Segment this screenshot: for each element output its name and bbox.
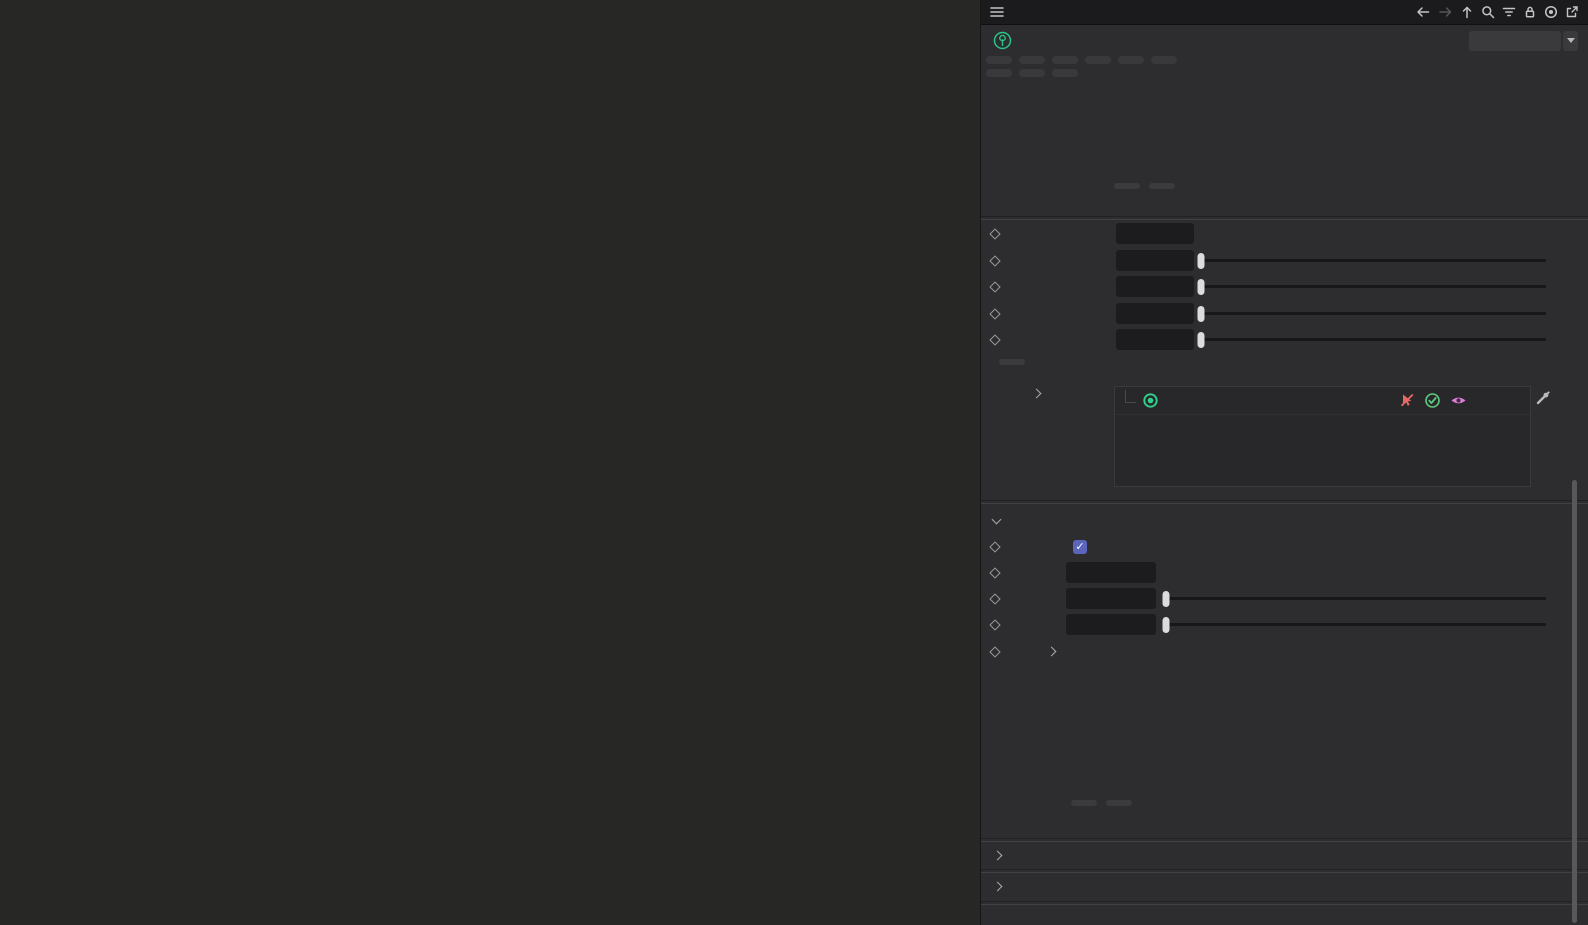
lock-icon[interactable] xyxy=(1522,4,1538,20)
save-preset-button[interactable] xyxy=(1106,800,1132,806)
eyedropper-icon[interactable] xyxy=(1534,389,1552,410)
section-root-flares[interactable] xyxy=(991,506,1008,532)
tab-basic[interactable] xyxy=(986,56,1012,64)
rf-row-strength xyxy=(981,585,1546,612)
tab-display[interactable] xyxy=(1052,69,1078,77)
strength-slider[interactable] xyxy=(1162,588,1546,609)
bias-slider[interactable] xyxy=(1197,303,1546,324)
growth-points-list[interactable] xyxy=(1114,386,1531,487)
vertical-scrollbar[interactable] xyxy=(1572,480,1577,923)
keyframe-diamond[interactable] xyxy=(989,333,1001,346)
separator xyxy=(981,838,1588,842)
tab-materials[interactable] xyxy=(1151,56,1177,64)
tree-connector xyxy=(1125,390,1136,403)
param-row-seed xyxy=(981,220,1546,247)
attribute-menubar xyxy=(981,0,1588,25)
keyframe-diamond[interactable] xyxy=(989,540,1001,553)
enabled-check-icon[interactable] xyxy=(1424,392,1441,409)
variation-field[interactable] xyxy=(1066,614,1156,635)
chevron-down-icon xyxy=(991,514,1002,524)
load-preset-button[interactable] xyxy=(1114,183,1140,189)
object-header xyxy=(981,27,1588,54)
tab-leaves[interactable] xyxy=(1118,56,1144,64)
menubar-icon-cluster xyxy=(1415,4,1580,20)
bias-field[interactable] xyxy=(1116,303,1194,324)
tab-object-properties[interactable] xyxy=(1052,56,1078,64)
rf-row-enable: ✓ xyxy=(981,533,1546,560)
twist-field[interactable] xyxy=(1116,329,1194,350)
up-arrow-icon[interactable] xyxy=(1459,4,1475,20)
keyframe-diamond[interactable] xyxy=(989,280,1001,293)
chevron-down-icon xyxy=(1566,38,1575,43)
preset-dropdown-button[interactable] xyxy=(1563,30,1578,51)
rf-row-variation xyxy=(981,611,1546,638)
application-window: ✓ xyxy=(0,0,1588,925)
keyframe-diamond[interactable] xyxy=(989,566,1001,579)
section-avoid-objects[interactable] xyxy=(992,873,1009,899)
keyframe-diamond[interactable] xyxy=(989,307,1001,320)
attribute-manager: ✓ xyxy=(980,0,1588,925)
variation-slider[interactable] xyxy=(1162,614,1546,635)
tab-forces[interactable] xyxy=(1019,69,1045,77)
record-target-icon[interactable] xyxy=(1543,4,1559,20)
separator xyxy=(981,869,1588,873)
scale-slider[interactable] xyxy=(1197,276,1546,297)
top-spline-graph[interactable] xyxy=(1113,112,1564,178)
checkmark-icon: ✓ xyxy=(1075,540,1085,553)
visibility-eye-icon[interactable] xyxy=(1450,394,1467,407)
chevron-right-icon xyxy=(992,881,1003,891)
keyframe-diamond[interactable] xyxy=(989,592,1001,605)
enable-checkbox[interactable]: ✓ xyxy=(1073,539,1087,554)
separator xyxy=(981,500,1588,504)
hamburger-menu-icon[interactable] xyxy=(989,4,1005,20)
keyframe-diamond[interactable] xyxy=(989,227,1001,240)
keyframe-diamond[interactable] xyxy=(989,254,1001,267)
strength-field[interactable] xyxy=(1066,588,1156,609)
count-field[interactable] xyxy=(1066,562,1156,583)
separator xyxy=(981,901,1588,905)
growth-points-label-row xyxy=(1004,388,1042,399)
tab-coordinates[interactable] xyxy=(1019,56,1045,64)
rf-row-count xyxy=(981,559,1546,586)
attribute-tabs xyxy=(981,56,1588,82)
preset-dropdown[interactable] xyxy=(1469,30,1578,51)
save-preset-button[interactable] xyxy=(1149,183,1175,189)
turbulence-field[interactable] xyxy=(1116,250,1194,271)
chevron-right-icon[interactable] xyxy=(1046,646,1057,657)
taiao-tree-object-icon xyxy=(993,31,1012,50)
attribute-content: ✓ xyxy=(981,112,1588,925)
param-row-turbulence xyxy=(981,247,1546,274)
keyframe-diamond[interactable] xyxy=(989,645,1001,658)
forward-arrow-icon[interactable] xyxy=(1437,4,1454,20)
bias-curve-graph[interactable] xyxy=(1074,648,1588,790)
back-arrow-icon[interactable] xyxy=(1415,4,1432,20)
keyframe-diamond[interactable] xyxy=(989,618,1001,631)
section-direction[interactable] xyxy=(992,842,1009,868)
tab-selections[interactable] xyxy=(986,69,1012,77)
param-row-scale xyxy=(981,273,1546,300)
param-row-bias xyxy=(981,300,1546,327)
turbulence-slider[interactable] xyxy=(1197,250,1546,271)
param-row-twist xyxy=(981,326,1546,353)
search-icon[interactable] xyxy=(1480,4,1496,20)
tree-scene xyxy=(0,0,980,925)
load-preset-button[interactable] xyxy=(1071,800,1097,806)
add-growth-point-button[interactable] xyxy=(999,359,1025,365)
tab-volume-points[interactable] xyxy=(1085,56,1111,64)
chevron-right-icon xyxy=(992,850,1003,860)
preset-dropdown-value[interactable] xyxy=(1469,30,1561,51)
chevron-right-icon[interactable] xyxy=(1031,388,1042,399)
growth-point-list-item[interactable] xyxy=(1115,387,1530,415)
seed-field[interactable] xyxy=(1116,223,1194,244)
twist-slider[interactable] xyxy=(1197,329,1546,350)
scale-field[interactable] xyxy=(1116,276,1194,297)
viewport-3d[interactable] xyxy=(0,0,980,925)
growth-point-icon xyxy=(1143,393,1158,408)
filter-icon[interactable] xyxy=(1501,4,1517,20)
popout-window-icon[interactable] xyxy=(1564,4,1580,20)
no-selection-icon[interactable] xyxy=(1400,393,1415,408)
